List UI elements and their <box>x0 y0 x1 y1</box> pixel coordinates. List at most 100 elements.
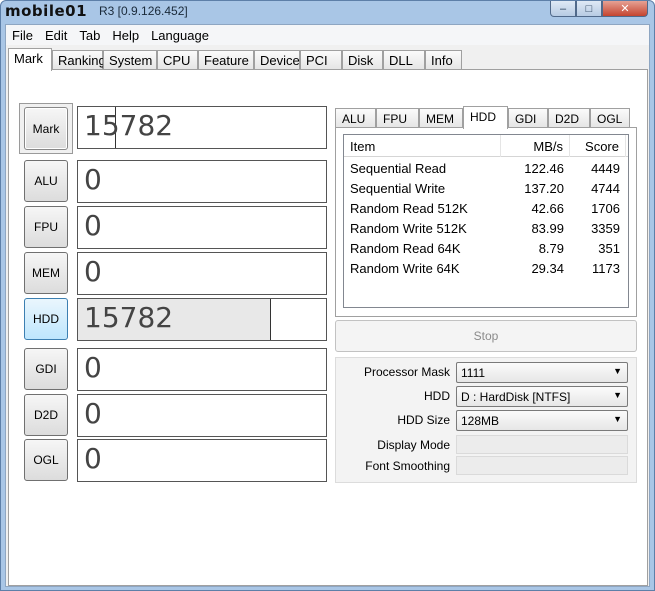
ogl-button[interactable]: OGL <box>24 439 68 481</box>
alu-score-box: 0 <box>77 160 327 203</box>
font-smoothing-label: Font Smoothing <box>365 459 450 473</box>
gdi-button[interactable]: GDI <box>24 348 68 390</box>
tab-mark[interactable]: Mark <box>8 48 52 71</box>
subtab-gdi[interactable]: GDI <box>508 108 548 128</box>
chevron-down-icon: ▼ <box>613 414 622 424</box>
app-window: mobile01 R3 [0.9.126.452] – □ ✕ File Edi… <box>0 0 655 591</box>
cell-score: 4744 <box>591 181 620 196</box>
tab-feature[interactable]: Feature <box>198 50 254 70</box>
gdi-score-value: 0 <box>84 351 102 384</box>
chevron-down-icon: ▼ <box>613 390 622 400</box>
cell-score: 3359 <box>591 221 620 236</box>
mem-score-box: 0 <box>77 252 327 295</box>
hdd-label: HDD <box>424 389 450 403</box>
ogl-score-value: 0 <box>84 442 102 475</box>
column-header-score[interactable]: Score <box>570 135 626 157</box>
tab-ranking[interactable]: Ranking <box>52 50 106 70</box>
cell-mbs: 83.99 <box>531 221 564 236</box>
tab-cpu[interactable]: CPU <box>157 50 198 70</box>
cell-score: 1706 <box>591 201 620 216</box>
mark-score-box: 15782 <box>77 106 327 149</box>
hdd-score-value: 15782 <box>84 301 174 334</box>
mark-tab-page: Mark 15782 ALU 0 FPU 0 MEM 0 HDD 15782 G… <box>8 69 648 586</box>
main-tab-strip: Mark Ranking System CPU Feature Device P… <box>8 48 648 71</box>
table-row[interactable]: Random Read 512K 42.66 1706 <box>344 198 628 218</box>
gdi-score-box: 0 <box>77 348 327 391</box>
menu-file[interactable]: File <box>6 25 39 45</box>
menu-edit[interactable]: Edit <box>39 25 73 45</box>
cell-score: 351 <box>598 241 620 256</box>
cell-item: Random Write 64K <box>350 261 460 276</box>
cell-item: Random Read 512K <box>350 201 468 216</box>
cell-score: 1173 <box>592 261 620 276</box>
processor-mask-select[interactable]: 1111 ▼ <box>456 362 628 383</box>
hdd-value: D : HardDisk [NTFS] <box>461 390 571 404</box>
cell-mbs: 42.66 <box>531 201 564 216</box>
display-mode-label: Display Mode <box>377 438 450 452</box>
tab-system[interactable]: System <box>103 50 157 70</box>
subtab-hdd[interactable]: HDD <box>463 106 508 129</box>
cell-score: 4449 <box>591 161 620 176</box>
cell-item: Random Write 512K <box>350 221 467 236</box>
table-row[interactable]: Random Read 64K 8.79 351 <box>344 238 628 258</box>
ogl-score-box: 0 <box>77 439 327 482</box>
minimize-button[interactable]: – <box>550 1 576 17</box>
cell-item: Sequential Read <box>350 161 447 176</box>
fpu-score-box: 0 <box>77 206 327 249</box>
cell-mbs: 29.34 <box>531 261 564 276</box>
stop-button[interactable]: Stop <box>335 320 637 352</box>
tab-device[interactable]: Device <box>254 50 300 70</box>
d2d-score-box: 0 <box>77 394 327 437</box>
alu-button[interactable]: ALU <box>24 160 68 202</box>
column-header-mbs[interactable]: MB/s <box>501 135 570 157</box>
hdd-size-label: HDD Size <box>397 413 450 427</box>
tab-dll[interactable]: DLL <box>383 50 425 70</box>
subtab-mem[interactable]: MEM <box>419 108 463 128</box>
d2d-button[interactable]: D2D <box>24 394 68 436</box>
maximize-button[interactable]: □ <box>576 1 602 17</box>
subtab-fpu[interactable]: FPU <box>376 108 419 128</box>
hdd-score-box: 15782 <box>77 298 327 341</box>
column-header-item[interactable]: Item <box>344 135 501 157</box>
chevron-down-icon: ▼ <box>613 366 622 376</box>
mem-button[interactable]: MEM <box>24 252 68 294</box>
sub-tab-strip: ALU FPU MEM HDD GDI D2D OGL <box>335 106 635 129</box>
table-row[interactable]: Random Write 512K 83.99 3359 <box>344 218 628 238</box>
options-panel: Processor Mask 1111 ▼ HDD D : HardDisk [… <box>335 357 637 483</box>
hdd-results-page: Item MB/s Score Sequential Read 122.46 444… <box>335 127 637 317</box>
font-smoothing-field <box>456 456 628 475</box>
hdd-size-select[interactable]: 128MB ▼ <box>456 410 628 431</box>
display-mode-field <box>456 435 628 454</box>
tab-pci[interactable]: PCI <box>300 50 342 70</box>
mark-score-value: 15782 <box>84 109 174 142</box>
mem-score-value: 0 <box>84 255 102 288</box>
title-bar[interactable]: mobile01 R3 [0.9.126.452] – □ ✕ <box>1 1 654 23</box>
tab-info[interactable]: Info <box>425 50 462 70</box>
menu-tab[interactable]: Tab <box>73 25 106 45</box>
fpu-button[interactable]: FPU <box>24 206 68 248</box>
window-title: R3 [0.9.126.452] <box>99 4 188 18</box>
table-row[interactable]: Sequential Read 122.46 4449 <box>344 158 628 178</box>
subtab-alu[interactable]: ALU <box>335 108 376 128</box>
mark-button[interactable]: Mark <box>24 107 68 150</box>
menu-help[interactable]: Help <box>106 25 145 45</box>
table-row[interactable]: Sequential Write 137.20 4744 <box>344 178 628 198</box>
results-table[interactable]: Item MB/s Score Sequential Read 122.46 444… <box>343 134 629 308</box>
hdd-size-value: 128MB <box>461 414 500 428</box>
d2d-score-value: 0 <box>84 397 102 430</box>
processor-mask-label: Processor Mask <box>363 365 450 379</box>
menu-language[interactable]: Language <box>145 25 215 45</box>
client-area: File Edit Tab Help Language Mark Ranking… <box>5 24 650 587</box>
processor-mask-value: 1111 <box>461 366 486 380</box>
close-button[interactable]: ✕ <box>602 1 648 17</box>
tab-disk[interactable]: Disk <box>342 50 383 70</box>
hdd-button[interactable]: HDD <box>24 298 68 340</box>
table-row[interactable]: Random Write 64K 29.34 1173 <box>344 258 628 278</box>
subtab-ogl[interactable]: OGL <box>590 108 630 128</box>
subtab-d2d[interactable]: D2D <box>548 108 590 128</box>
cell-mbs: 122.46 <box>524 161 564 176</box>
results-table-header: Item MB/s Score <box>344 135 628 157</box>
cell-item: Sequential Write <box>350 181 446 196</box>
watermark-logo: mobile01 <box>5 2 88 20</box>
hdd-select[interactable]: D : HardDisk [NTFS] ▼ <box>456 386 628 407</box>
